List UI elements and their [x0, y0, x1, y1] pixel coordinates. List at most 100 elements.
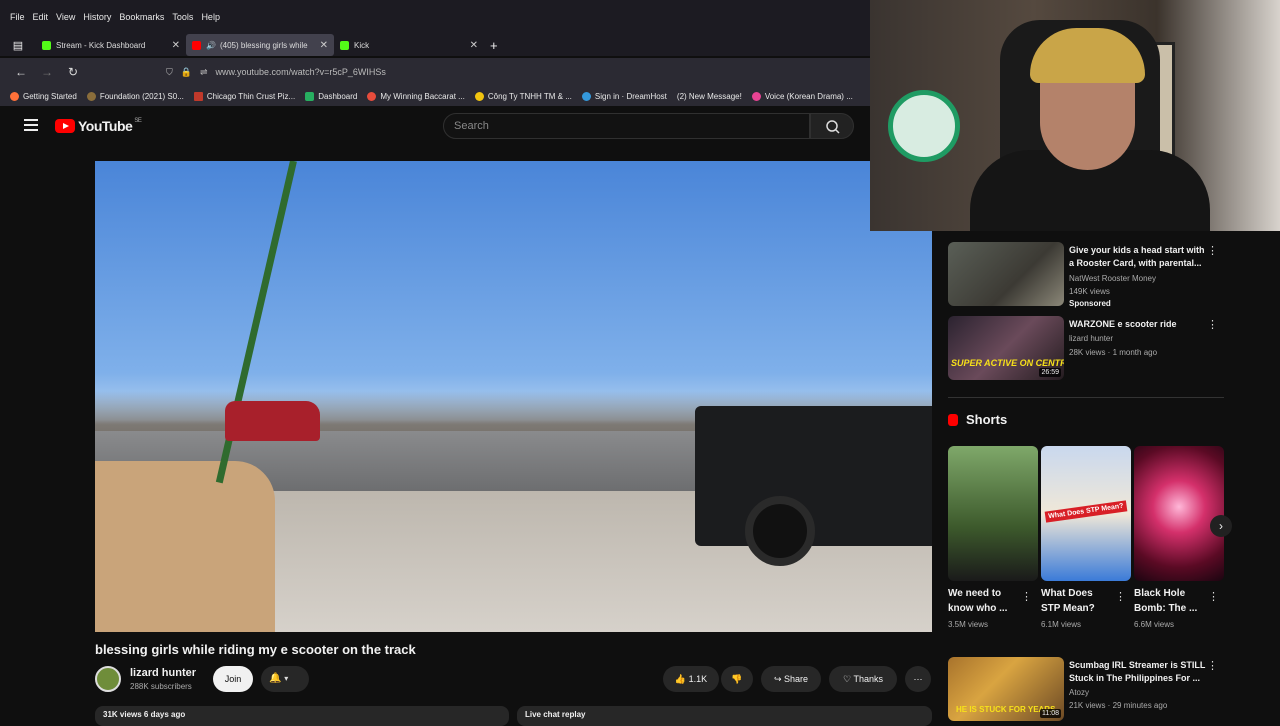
- bookmark-label: Foundation (2021) S0...: [99, 91, 184, 101]
- bookmark-item[interactable]: Chicago Thin Crust Piz...: [193, 91, 296, 101]
- menu-help[interactable]: Help: [201, 12, 220, 22]
- video-thumbnail[interactable]: SUPER ACTIVE ON CENTRAL 26:59: [948, 316, 1064, 380]
- bookmark-item[interactable]: (2) New Message!: [677, 92, 742, 101]
- bookmark-item[interactable]: Sign in · DreamHost: [581, 91, 667, 101]
- kick-favicon-icon: [42, 40, 51, 50]
- shorts-label: Shorts: [966, 412, 1008, 427]
- bookmark-item[interactable]: Foundation (2021) S0...: [86, 91, 184, 101]
- thanks-button[interactable]: ♡ Thanks: [829, 666, 897, 692]
- bookmark-item[interactable]: Voice (Korean Drama) ...: [751, 91, 853, 101]
- chevron-right-icon[interactable]: ›: [1210, 515, 1232, 537]
- recommendation-title[interactable]: WARZONE e scooter ride: [1069, 318, 1209, 331]
- bookmark-item[interactable]: Dashboard: [305, 91, 357, 101]
- short-views: 6.6M views: [1134, 620, 1175, 629]
- short-thumbnail[interactable]: [948, 446, 1038, 581]
- channel-logo-sticker: [888, 90, 960, 162]
- short-thumbnail[interactable]: [1134, 446, 1224, 581]
- shorts-heading: Shorts: [948, 412, 1007, 427]
- share-icon: ↪: [773, 674, 782, 684]
- tab-kick-dashboard[interactable]: Stream - Kick Dashboard ✕: [36, 34, 186, 56]
- channel-name[interactable]: lizard hunter: [130, 667, 196, 679]
- close-tab-icon[interactable]: ✕: [172, 40, 180, 51]
- kick-favicon-icon: [340, 40, 349, 50]
- short-title[interactable]: We need to know who ...: [948, 586, 1018, 616]
- recommendation-item[interactable]: HE IS STUCK FOR YEARS 11:08 Scumbag IRL …: [948, 651, 1228, 721]
- more-options-icon[interactable]: ⋮: [1207, 244, 1218, 257]
- browser-navbar: ← → ↻ ⛉ 🔒 ⇌ www.youtube.com/watch?v=r5cP…: [0, 58, 870, 86]
- youtube-play-icon: [55, 119, 75, 133]
- share-button[interactable]: ↪ Share: [761, 666, 821, 692]
- live-chat-replay[interactable]: Live chat replay: [517, 706, 932, 726]
- bookmark-label: Chicago Thin Crust Piz...: [206, 91, 296, 101]
- search-button[interactable]: [810, 113, 854, 139]
- tab-label: (405) blessing girls while ri: [219, 40, 310, 50]
- address-bar[interactable]: ⛉ 🔒 ⇌ www.youtube.com/watch?v=r5cP_6WIHS…: [166, 61, 866, 83]
- bookmark-favicon-icon: [751, 91, 761, 101]
- recommendation-channel: NatWest Rooster Money: [1069, 274, 1156, 283]
- short-title[interactable]: What Does STP Mean?: [1041, 586, 1111, 616]
- menu-edit[interactable]: Edit: [33, 12, 49, 22]
- more-options-icon[interactable]: ⋮: [1208, 590, 1270, 603]
- bookmark-item[interactable]: My Winning Baccarat ...: [367, 91, 465, 101]
- browser-tabs: ▤ Stream - Kick Dashboard ✕ 🔊 (405) bles…: [0, 34, 870, 56]
- recommendation-item[interactable]: Give your kids a head start with a Roost…: [948, 236, 1228, 308]
- recommendation-channel: Atozy: [1069, 688, 1090, 697]
- recommendation-title[interactable]: Give your kids a head start with a Roost…: [1069, 244, 1209, 270]
- back-icon[interactable]: ←: [8, 65, 34, 79]
- video-duration: 11:08: [1040, 709, 1061, 718]
- video-player[interactable]: [95, 161, 932, 632]
- tab-list-icon[interactable]: ▤: [0, 39, 36, 52]
- menu-view[interactable]: View: [56, 12, 75, 22]
- notification-button[interactable]: 🔔 ▾: [261, 666, 309, 692]
- bookmark-item[interactable]: Công Ty TNHH TM & ...: [474, 91, 572, 101]
- youtube-logo[interactable]: YouTube SE: [55, 118, 142, 134]
- shorts-icon: [948, 413, 958, 426]
- search-icon: [826, 120, 840, 134]
- subscriber-count: 288K subscribers: [130, 682, 192, 691]
- youtube-favicon-icon: [192, 40, 201, 50]
- close-tab-icon[interactable]: ✕: [320, 40, 328, 51]
- recommendation-views: 149K views: [1069, 287, 1110, 296]
- video-description[interactable]: 31K views 6 days ago: [95, 706, 509, 726]
- reload-icon[interactable]: ↻: [60, 65, 86, 79]
- menu-tools[interactable]: Tools: [172, 12, 193, 22]
- short-title[interactable]: Black Hole Bomb: The ...: [1134, 586, 1204, 616]
- bookmark-favicon-icon: [305, 91, 315, 101]
- menu-icon[interactable]: [24, 119, 38, 131]
- more-options-icon[interactable]: ⋮: [1207, 659, 1218, 672]
- video-thumbnail[interactable]: HE IS STUCK FOR YEARS 11:08: [948, 657, 1064, 721]
- tab-kick[interactable]: Kick ✕: [334, 34, 484, 56]
- recommendation-views: 21K views · 29 minutes ago: [1069, 701, 1168, 710]
- bookmarks-bar: Getting Started Foundation (2021) S0... …: [0, 86, 870, 106]
- menu-file[interactable]: File: [10, 12, 25, 22]
- short-thumbnail[interactable]: What Does STP Mean?: [1041, 446, 1131, 581]
- menu-bookmarks[interactable]: Bookmarks: [119, 12, 164, 22]
- bookmark-item[interactable]: Getting Started: [10, 91, 77, 101]
- recommendation-title[interactable]: Scumbag IRL Streamer is STILL Stuck in T…: [1069, 659, 1209, 685]
- close-tab-icon[interactable]: ✕: [470, 40, 478, 51]
- new-tab-icon[interactable]: +: [490, 38, 498, 53]
- tab-label: Stream - Kick Dashboard: [56, 40, 146, 50]
- audio-icon[interactable]: 🔊: [206, 41, 216, 50]
- join-button[interactable]: Join: [213, 666, 253, 692]
- avatar[interactable]: [95, 666, 121, 692]
- video-scene: [95, 461, 275, 632]
- bell-icon: 🔔: [269, 673, 282, 684]
- like-button[interactable]: 👍 1.1K: [663, 666, 719, 692]
- video-scene: [225, 401, 320, 441]
- menu-history[interactable]: History: [83, 12, 111, 22]
- bookmark-favicon-icon: [581, 91, 591, 101]
- recommendation-item[interactable]: SUPER ACTIVE ON CENTRAL 26:59 WARZONE e …: [948, 310, 1228, 380]
- dislike-button[interactable]: 👎: [721, 666, 753, 692]
- url-text[interactable]: www.youtube.com/watch?v=r5cP_6WIHSs: [216, 67, 386, 77]
- forward-icon[interactable]: →: [34, 65, 60, 79]
- tab-youtube[interactable]: 🔊 (405) blessing girls while ri ✕: [186, 34, 334, 56]
- bookmark-label: Sign in · DreamHost: [594, 91, 667, 101]
- more-actions-button[interactable]: ⋯: [905, 666, 931, 692]
- permissions-icon[interactable]: ⇌: [200, 67, 208, 78]
- video-duration: 26:59: [1039, 368, 1061, 377]
- shield-icon[interactable]: ⛉: [166, 67, 173, 78]
- video-thumbnail[interactable]: [948, 242, 1064, 306]
- search-input[interactable]: Search: [443, 113, 810, 139]
- more-options-icon[interactable]: ⋮: [1207, 318, 1218, 331]
